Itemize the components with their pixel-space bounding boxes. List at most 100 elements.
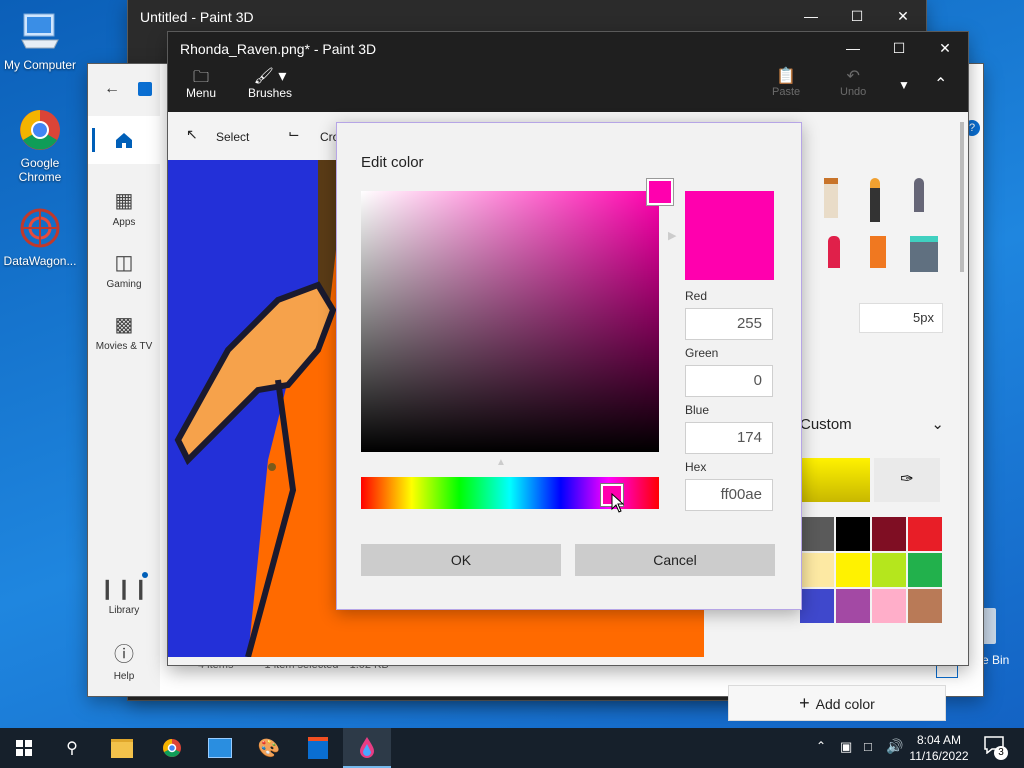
taskbar: ⚲ 🎨 ⌃ ▣ □ 🔊 8:04 AM 11/16/2022 3	[0, 728, 1024, 768]
sv-handle[interactable]	[647, 179, 673, 205]
datawagon-icon	[18, 206, 62, 250]
palette-swatch[interactable]	[872, 517, 906, 551]
ribbon-dropdown-icon[interactable]: ▼	[898, 78, 910, 92]
nav-label: Movies & TV	[95, 341, 153, 352]
thickness-field[interactable]: 5px	[859, 303, 943, 333]
brush-watercolor-icon[interactable]	[870, 178, 880, 222]
network-icon[interactable]: ▣	[840, 739, 852, 755]
title-bar[interactable]: Rhonda_Raven.png* - Paint 3D — ☐ ✕	[168, 32, 968, 64]
brushes-label: Brushes	[248, 86, 293, 100]
library-icon: ❙❙❙	[98, 578, 150, 600]
current-color-swatch[interactable]	[800, 458, 870, 502]
store-taskbar-icon[interactable]	[294, 728, 342, 768]
desktop-icon-label: DataWagon...	[3, 254, 77, 268]
green-input[interactable]: 0	[685, 365, 773, 397]
palette-swatch[interactable]	[836, 589, 870, 623]
palette-swatch[interactable]	[908, 553, 942, 587]
view-toggle[interactable]	[936, 664, 958, 678]
paint-palette-icon[interactable]: 🎨	[245, 728, 293, 768]
photos-icon[interactable]	[196, 728, 244, 768]
paint3d-taskbar-icon[interactable]	[343, 728, 391, 768]
palette-swatch[interactable]	[908, 517, 942, 551]
eyedropper-button[interactable]: ✑	[874, 458, 940, 502]
cancel-button[interactable]: Cancel	[575, 544, 775, 576]
dropdown-label: Custom	[800, 416, 852, 433]
show-hidden-icons[interactable]: ⌃	[816, 739, 826, 753]
collapse-icon[interactable]: ⌃	[934, 74, 947, 94]
file-explorer-icon[interactable]	[98, 728, 146, 768]
palette-swatch[interactable]	[872, 589, 906, 623]
palette-swatch[interactable]	[836, 553, 870, 587]
nav-label: Gaming	[106, 279, 142, 290]
title-bar[interactable]: Untitled - Paint 3D — ☐ ✕	[128, 0, 926, 32]
windows-icon	[16, 740, 32, 756]
brush-icon: 🖌 ▾	[253, 68, 287, 85]
brush-spray-icon[interactable]	[870, 236, 886, 268]
chevron-down-icon: ⌄	[931, 416, 944, 433]
nav-label: Library	[108, 605, 140, 616]
nav-movies-tv[interactable]: ▩ Movies & TV	[88, 312, 160, 352]
store-sidebar: ← ▦ Apps ◫ Gaming ▩ Movies & TV ❙❙❙ Libr…	[88, 64, 160, 696]
undo-button[interactable]: ↶ Undo	[840, 66, 866, 98]
notification-count: 3	[994, 746, 1008, 760]
color-mode-dropdown[interactable]: Custom ⌄	[800, 409, 948, 441]
menu-button[interactable]: 🗀 Menu	[186, 66, 216, 100]
desktop-icon-chrome[interactable]: Google Chrome	[0, 108, 80, 184]
dialog-title: Edit color	[361, 154, 424, 171]
home-nav[interactable]	[88, 116, 160, 164]
maximize-button[interactable]: ☐	[876, 32, 922, 64]
window-title: Untitled - Paint 3D	[140, 9, 254, 25]
desktop-icon-my-computer[interactable]: My Computer	[0, 10, 80, 72]
back-icon[interactable]: ←	[104, 80, 120, 98]
hex-input[interactable]: ff00ae	[685, 479, 773, 511]
red-input[interactable]: 255	[685, 308, 773, 340]
side-scrollbar[interactable]	[960, 122, 964, 272]
desktop-icon-label: Google Chrome	[18, 156, 62, 184]
minimize-button[interactable]: —	[830, 32, 876, 64]
brush-marker-icon[interactable]	[824, 178, 838, 218]
brush-pencil-icon[interactable]	[914, 178, 924, 212]
color-preview	[685, 191, 774, 280]
folder-icon: 🗀	[193, 69, 210, 86]
palette-swatch[interactable]	[800, 553, 834, 587]
nav-library[interactable]: ❙❙❙ Library	[88, 572, 160, 616]
palette-swatch[interactable]	[800, 589, 834, 623]
palette-swatch[interactable]	[872, 553, 906, 587]
clock[interactable]: 8:04 AM 11/16/2022	[904, 732, 974, 764]
close-button[interactable]: ✕	[922, 32, 968, 64]
desktop-icon-datawagon[interactable]: DataWagon...	[0, 206, 80, 268]
add-color-button[interactable]: + Add color	[728, 685, 946, 721]
saturation-value-picker[interactable]	[361, 191, 659, 452]
fill-bucket-icon[interactable]	[910, 236, 938, 272]
palette-swatch[interactable]	[908, 589, 942, 623]
blue-input[interactable]: 174	[685, 422, 773, 454]
store-icon	[138, 82, 152, 96]
start-button[interactable]	[0, 728, 48, 768]
paste-label: Paste	[772, 86, 801, 98]
nav-help[interactable]: ⓘ Help	[88, 638, 160, 682]
palette-swatch[interactable]	[800, 517, 834, 551]
palette-swatch[interactable]	[836, 517, 870, 551]
recycle-bin-label[interactable]: e Bin	[982, 653, 1009, 667]
volume-icon[interactable]: 🔊	[886, 738, 903, 755]
paste-button[interactable]: 📋 Paste	[772, 66, 800, 98]
ok-button[interactable]: OK	[361, 544, 561, 576]
eyedropper-icon: ✑	[900, 471, 914, 488]
minimize-button[interactable]: —	[788, 0, 834, 32]
nav-gaming[interactable]: ◫ Gaming	[88, 250, 160, 290]
search-icon[interactable]: ⚲	[48, 728, 96, 768]
desktop-icon-label: My Computer	[3, 58, 77, 72]
ribbon: 🗀 Menu 🖌 ▾ Brushes 📋 Paste ↶ Undo ▼ ⌃	[168, 64, 968, 112]
maximize-button[interactable]: ☐	[834, 0, 880, 32]
add-color-label: Add color	[815, 696, 875, 712]
chrome-taskbar-icon[interactable]	[148, 728, 196, 768]
close-button[interactable]: ✕	[880, 0, 926, 32]
notification-center-icon[interactable]: 3	[984, 736, 1008, 760]
brush-crayon-icon[interactable]	[828, 236, 840, 268]
select-button[interactable]: Select	[216, 130, 249, 144]
display-icon[interactable]: □	[864, 739, 872, 754]
brushes-button[interactable]: 🖌 ▾ Brushes	[248, 66, 292, 100]
blue-label: Blue	[685, 403, 710, 417]
nav-apps[interactable]: ▦ Apps	[88, 188, 160, 228]
computer-icon	[18, 10, 62, 54]
